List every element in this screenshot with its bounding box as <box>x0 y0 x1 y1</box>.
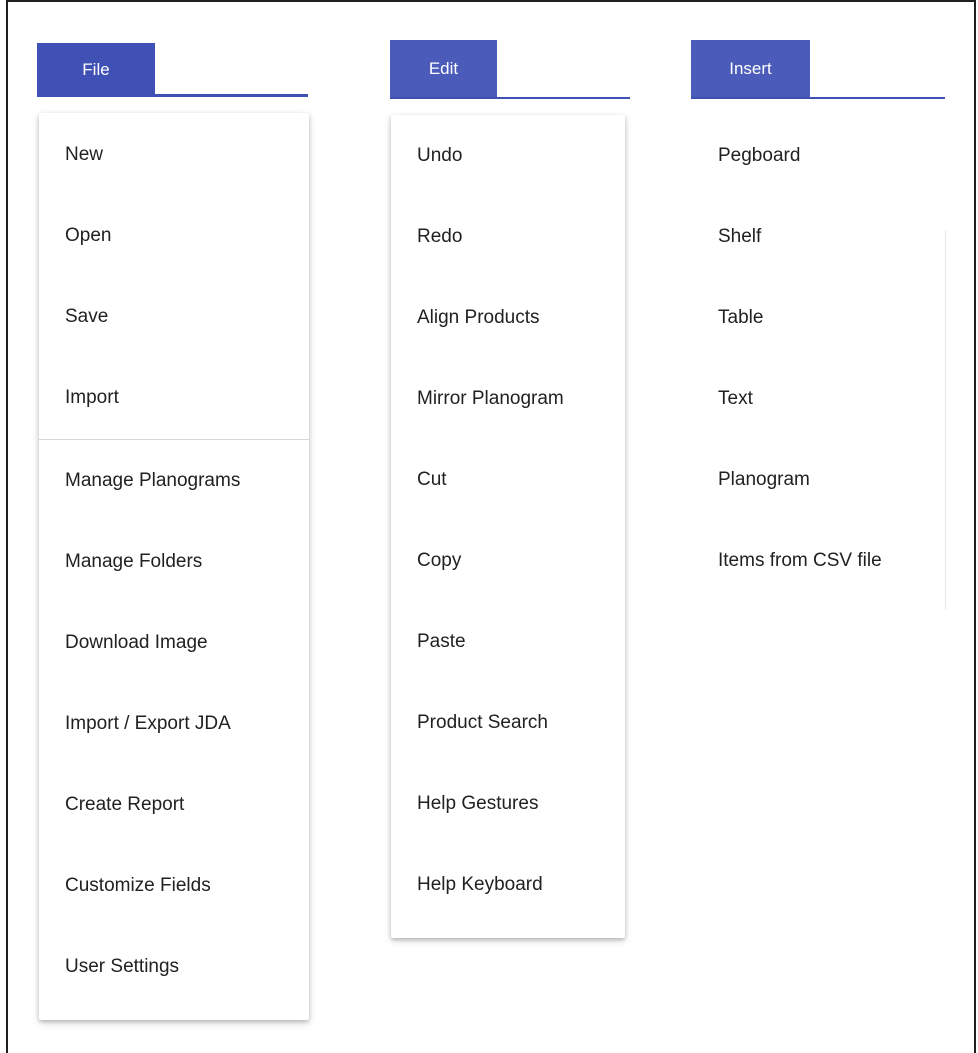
menu-item-align-products[interactable]: Align Products <box>391 277 625 358</box>
menu-item-manage-planograms[interactable]: Manage Planograms <box>39 440 309 521</box>
tab-file-label: File <box>82 60 110 79</box>
menu-item-user-settings[interactable]: User Settings <box>39 926 309 1007</box>
menu-item-pegboard[interactable]: Pegboard <box>692 115 944 196</box>
insert-menu-edge <box>945 230 946 610</box>
tab-insert[interactable]: Insert <box>691 40 810 98</box>
menu-item-planogram[interactable]: Planogram <box>692 439 944 520</box>
menu-item-cut[interactable]: Cut <box>391 439 625 520</box>
menu-item-new[interactable]: New <box>39 114 309 195</box>
tab-file[interactable]: File <box>37 43 155 97</box>
tab-insert-label: Insert <box>729 59 772 78</box>
file-menu: New Open Save Import Manage Planograms M… <box>39 113 309 1020</box>
menu-item-download-image[interactable]: Download Image <box>39 602 309 683</box>
menu-item-text[interactable]: Text <box>692 358 944 439</box>
menu-item-table[interactable]: Table <box>692 277 944 358</box>
edit-menu: Undo Redo Align Products Mirror Planogra… <box>391 115 625 938</box>
menu-item-open[interactable]: Open <box>39 195 309 276</box>
insert-menu: Pegboard Shelf Table Text Planogram Item… <box>692 115 944 605</box>
menu-item-help-keyboard[interactable]: Help Keyboard <box>391 844 625 925</box>
menu-item-customize-fields[interactable]: Customize Fields <box>39 845 309 926</box>
tab-edit-label: Edit <box>428 59 459 78</box>
menu-item-redo[interactable]: Redo <box>391 196 625 277</box>
menu-item-create-report[interactable]: Create Report <box>39 764 309 845</box>
menu-item-import-export-jda[interactable]: Import / Export JDA <box>39 683 309 764</box>
tab-file-underline <box>37 94 308 97</box>
tab-edit-underline <box>390 97 630 99</box>
tab-insert-underline <box>691 97 945 99</box>
menu-item-mirror-planogram[interactable]: Mirror Planogram <box>391 358 625 439</box>
menu-item-help-gestures[interactable]: Help Gestures <box>391 763 625 844</box>
menu-item-shelf[interactable]: Shelf <box>692 196 944 277</box>
menu-item-copy[interactable]: Copy <box>391 520 625 601</box>
menu-item-undo[interactable]: Undo <box>391 115 625 196</box>
tab-edit[interactable]: Edit <box>390 40 497 98</box>
menu-item-save[interactable]: Save <box>39 276 309 357</box>
menu-item-items-from-csv[interactable]: Items from CSV file <box>692 520 944 601</box>
menu-item-import[interactable]: Import <box>39 357 309 438</box>
menu-item-manage-folders[interactable]: Manage Folders <box>39 521 309 602</box>
menu-item-product-search[interactable]: Product Search <box>391 682 625 763</box>
menu-item-paste[interactable]: Paste <box>391 601 625 682</box>
